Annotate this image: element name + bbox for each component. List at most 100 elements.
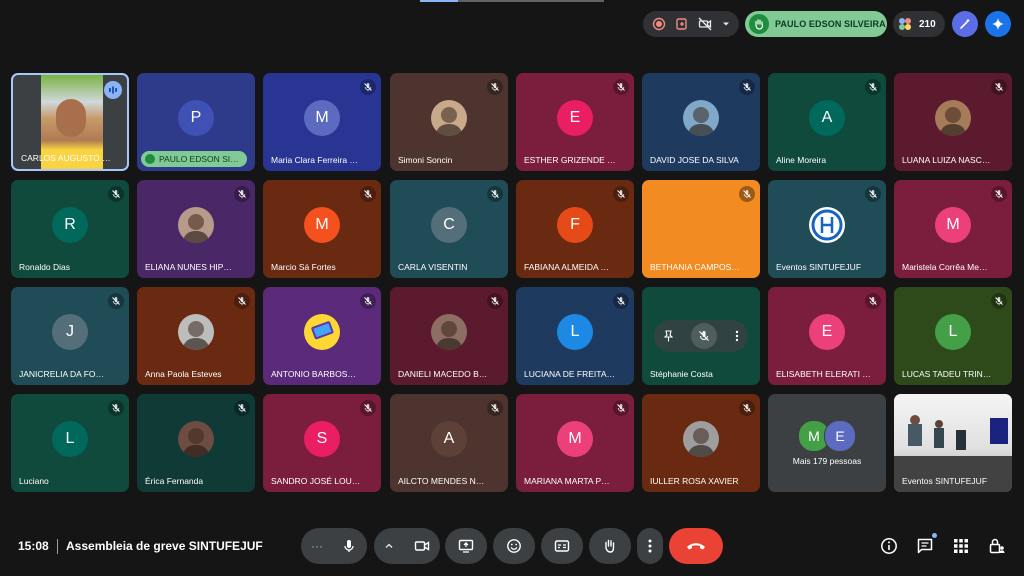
participant-tile[interactable]: L LUCAS TADEU TRIN… (894, 287, 1012, 385)
avatar: A (431, 421, 467, 457)
gemini-button[interactable] (985, 11, 1011, 37)
participant-tile[interactable]: Simoni Soncin (390, 73, 508, 171)
more-options-button[interactable] (637, 528, 663, 564)
participant-name: DANIELI MACEDO B… (398, 369, 488, 379)
avatar (683, 421, 719, 457)
participant-tile[interactable]: IULLER ROSA XAVIER (642, 394, 760, 492)
meeting-details-button[interactable] (878, 535, 900, 557)
participant-tile[interactable]: E ELISABETH ELERATI … (768, 287, 886, 385)
participant-name: LUCIANA DE FREITA… (524, 369, 615, 379)
participant-tile[interactable]: M MARIANA MARTA P… (516, 394, 634, 492)
pin-icon[interactable] (663, 330, 674, 342)
participant-tile[interactable]: Érica Fernanda (137, 394, 255, 492)
participant-name: Mais 179 pessoas (792, 456, 862, 466)
more-vert-icon[interactable] (735, 330, 739, 342)
participant-tile[interactable]: E ESTHER GRIZENDE … (516, 73, 634, 171)
chevron-down-icon[interactable] (721, 19, 731, 29)
participant-tile[interactable]: P PAULO EDSON SI… (137, 73, 255, 171)
mute-participant-icon[interactable] (691, 323, 718, 349)
avatar (935, 100, 971, 136)
captions-button[interactable] (541, 528, 583, 564)
participant-tile[interactable]: R Ronaldo Dias (11, 180, 129, 278)
participant-tile[interactable]: F FABIANA ALMEIDA … (516, 180, 634, 278)
activities-button[interactable] (950, 535, 972, 557)
people-icon (897, 16, 913, 32)
captions-icon (554, 540, 570, 552)
end-call-button[interactable] (669, 528, 723, 564)
participant-tile[interactable]: Anna Paola Esteves (137, 287, 255, 385)
avatar: M (935, 207, 971, 243)
participants-button[interactable]: 210 (893, 11, 945, 37)
avatar (431, 100, 467, 136)
participant-tile[interactable]: Stéphanie Costa (642, 287, 760, 385)
participant-tile[interactable]: Eventos SINTUFEJUF (894, 394, 1012, 492)
participant-tile[interactable]: A AILCTO MENDES N… (390, 394, 508, 492)
participant-tile[interactable]: C CARLA VISENTIN (390, 180, 508, 278)
chat-button[interactable] (914, 533, 937, 557)
camera-control[interactable] (374, 528, 440, 564)
raised-hand-indicator[interactable]: PAULO EDSON SILVEIRA (745, 11, 887, 37)
muted-mic-icon (991, 293, 1007, 309)
participant-tile[interactable]: M Maria Clara Ferreira … (263, 73, 381, 171)
muted-mic-icon (487, 293, 503, 309)
participant-count: 210 (919, 18, 936, 30)
participant-name: Marcio Sá Fortes (271, 262, 336, 272)
participant-tile[interactable]: CARLOS AUGUSTO … (11, 73, 129, 171)
participant-name: Érica Fernanda (145, 476, 204, 486)
mic-icon[interactable] (341, 538, 357, 554)
participant-tile[interactable]: ELIANA NUNES HIP… (137, 180, 255, 278)
muted-mic-icon (613, 400, 629, 416)
tile-hover-controls[interactable] (654, 320, 748, 352)
participant-tile[interactable]: ANTONIO BARBOS… (263, 287, 381, 385)
muted-mic-icon (108, 186, 124, 202)
emoji-icon (507, 539, 521, 553)
participant-tile[interactable]: M E Mais 179 pessoas (768, 394, 886, 492)
participant-tile[interactable]: BETHANIA CAMPOS… (642, 180, 760, 278)
muted-mic-icon (108, 293, 124, 309)
record-icon[interactable] (652, 17, 666, 31)
present-button[interactable] (445, 528, 487, 564)
participant-name: Eventos SINTUFEJUF (776, 262, 862, 272)
hand-icon (605, 539, 615, 553)
avatar (178, 207, 214, 243)
notification-dot (932, 533, 937, 538)
meeting-tools-group[interactable] (643, 11, 739, 37)
avatar: F (557, 207, 593, 243)
magic-wand-button[interactable] (952, 11, 978, 37)
participant-tile[interactable]: LUANA LUIZA NASC… (894, 73, 1012, 171)
participant-tile[interactable]: DANIELI MACEDO B… (390, 287, 508, 385)
participant-tile[interactable]: L Luciano (11, 394, 129, 492)
raise-hand-button[interactable] (589, 528, 631, 564)
notes-icon[interactable] (675, 17, 689, 31)
muted-mic-icon (360, 400, 376, 416)
more-audio-icon[interactable]: ··· (311, 539, 323, 553)
camera-icon[interactable] (414, 538, 430, 554)
participant-tile[interactable]: A Aline Moreira (768, 73, 886, 171)
avatar: M (304, 100, 340, 136)
avatar (431, 314, 467, 350)
camera-off-icon[interactable] (698, 17, 712, 31)
chevron-up-icon[interactable] (384, 541, 394, 551)
avatar: S (304, 421, 340, 457)
participant-tile[interactable]: L LUCIANA DE FREITA… (516, 287, 634, 385)
participant-tile[interactable]: M Maristela Corrêa Me… (894, 180, 1012, 278)
participant-name: BETHANIA CAMPOS… (650, 262, 740, 272)
mic-control[interactable]: ··· (301, 528, 367, 564)
participant-name: Anna Paola Esteves (145, 369, 222, 379)
reactions-button[interactable] (493, 528, 535, 564)
participant-name: SANDRO JOSÉ LOU… (271, 476, 361, 486)
participant-tile[interactable]: J JANICRELIA DA FO… (11, 287, 129, 385)
participant-tile[interactable]: Eventos SINTUFEJUF (768, 180, 886, 278)
participant-name: Luciano (19, 476, 49, 486)
participant-name: Maria Clara Ferreira … (271, 155, 358, 165)
info-icon (881, 538, 897, 554)
participant-name: JANICRELIA DA FO… (19, 369, 105, 379)
host-controls-button[interactable] (986, 535, 1008, 557)
clock: 15:08 (18, 539, 49, 553)
participant-tile[interactable]: DAVID JOSE DA SILVA (642, 73, 760, 171)
muted-mic-icon (739, 186, 755, 202)
speaking-indicator-icon (104, 81, 122, 99)
participant-tile[interactable]: M Marcio Sá Fortes (263, 180, 381, 278)
participant-tile[interactable]: S SANDRO JOSÉ LOU… (263, 394, 381, 492)
avatar: L (52, 421, 88, 457)
